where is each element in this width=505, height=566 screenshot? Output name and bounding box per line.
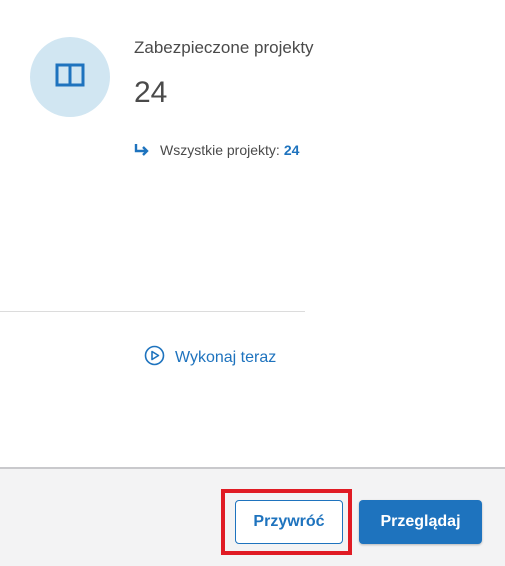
run-now-link[interactable]: Wykonaj teraz	[144, 345, 276, 371]
stat-icon-circle	[30, 37, 110, 117]
divider	[0, 311, 305, 312]
all-projects-line: Wszystkie projekty: 24	[134, 142, 299, 158]
stat-title: Zabezpieczone projekty	[134, 38, 314, 57]
book-icon	[55, 63, 85, 92]
restore-button[interactable]: Przywróć	[235, 500, 343, 544]
all-projects-label: Wszystkie projekty:	[160, 142, 280, 158]
play-circle-icon	[144, 345, 175, 371]
return-arrow-icon	[134, 143, 150, 157]
all-projects-count[interactable]: 24	[284, 142, 300, 158]
stats-card: Zabezpieczone projekty 24 Wszystkie proj…	[0, 0, 505, 467]
run-now-label: Wykonaj teraz	[175, 349, 277, 366]
stat-value: 24	[134, 76, 168, 109]
browse-button[interactable]: Przeglądaj	[359, 500, 482, 544]
